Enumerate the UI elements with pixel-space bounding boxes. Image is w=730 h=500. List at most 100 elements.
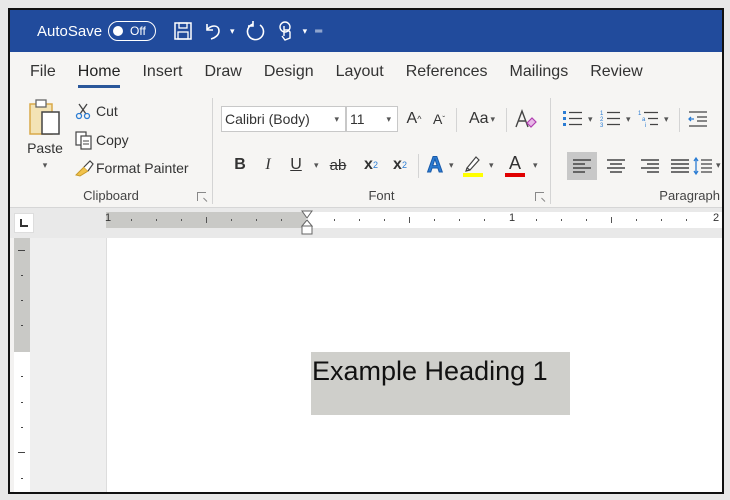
divider: [418, 154, 419, 178]
paste-dropdown-icon[interactable]: ▾: [43, 160, 48, 171]
font-dialog-launcher-icon[interactable]: [535, 192, 544, 201]
tab-design[interactable]: Design: [253, 52, 325, 92]
line-spacing-button[interactable]: [691, 152, 715, 180]
autosave-toggle[interactable]: Off: [108, 21, 157, 41]
align-center-icon: [607, 159, 625, 173]
svg-text:i: i: [645, 123, 646, 129]
font-color-dropdown-icon[interactable]: ▾: [533, 160, 538, 171]
tab-insert[interactable]: Insert: [131, 52, 193, 92]
font-name-dropdown-icon[interactable]: ▾: [334, 114, 339, 125]
undo-dropdown-icon[interactable]: ▾: [230, 26, 235, 37]
multilevel-list-dropdown-icon[interactable]: ▾: [664, 114, 669, 125]
svg-text:3: 3: [600, 123, 604, 129]
font-color-swatch: [505, 173, 525, 177]
document-page[interactable]: Example Heading 1: [106, 238, 722, 492]
italic-button[interactable]: I: [257, 152, 279, 178]
ruler-tick: [21, 376, 23, 377]
ruler-label: 1: [509, 212, 516, 224]
grow-font-button[interactable]: A ^: [403, 106, 425, 132]
numbering-icon: 123: [600, 111, 620, 129]
font-name-combo[interactable]: Calibri (Body) ▾: [221, 106, 346, 132]
underline-button[interactable]: U: [285, 152, 307, 178]
touch-mode-icon[interactable]: [273, 18, 299, 44]
horizontal-ruler[interactable]: 1 1 2: [105, 210, 722, 235]
save-icon[interactable]: [170, 18, 196, 44]
ruler-tick: [561, 219, 562, 221]
tab-file[interactable]: File: [19, 52, 67, 92]
vertical-ruler[interactable]: [14, 238, 30, 492]
align-right-button[interactable]: [635, 152, 665, 180]
autosave-state: Off: [130, 24, 146, 38]
align-left-button[interactable]: [567, 152, 597, 180]
ruler-tick: [384, 219, 385, 221]
multilevel-list-button[interactable]: 1ai: [637, 106, 661, 132]
ruler-tick: [181, 219, 182, 221]
highlight-dropdown-icon[interactable]: ▾: [489, 160, 494, 171]
paste-icon: [29, 99, 60, 135]
undo-icon[interactable]: [200, 18, 226, 44]
font-color-glyph: A: [508, 153, 521, 173]
align-center-button[interactable]: [601, 152, 631, 180]
paste-label: Paste: [27, 140, 63, 156]
top-margin-area: [14, 238, 30, 352]
format-painter-button[interactable]: Format Painter: [74, 159, 189, 177]
touch-mode-dropdown-icon[interactable]: ▾: [303, 26, 308, 37]
text-effects-button[interactable]: A: [423, 152, 447, 178]
shrink-font-button[interactable]: Aˇ: [428, 106, 450, 132]
autosave-label: AutoSave: [37, 22, 103, 40]
tab-layout[interactable]: Layout: [325, 52, 395, 92]
copy-button[interactable]: Copy: [74, 130, 129, 150]
superscript-button[interactable]: x2: [388, 152, 412, 178]
redo-icon[interactable]: [243, 18, 269, 44]
bullets-button[interactable]: [561, 106, 585, 132]
subscript-button[interactable]: x2: [359, 152, 383, 178]
align-left-icon: [573, 159, 591, 173]
strikethrough-button[interactable]: ab: [325, 152, 351, 178]
bullets-dropdown-icon[interactable]: ▾: [588, 114, 593, 125]
grow-font-glyph: A: [406, 110, 418, 127]
word-window: AutoSave Off ▾ ▾ ═ File Home Insert Draw…: [8, 8, 724, 494]
ruler-tick: [334, 219, 335, 221]
paragraph-group: ▾ 123 ▾ 1ai ▾ ▾ Paragraph: [551, 92, 722, 208]
font-color-button[interactable]: A: [503, 150, 527, 180]
cut-button[interactable]: Cut: [74, 102, 118, 120]
divider: [506, 108, 507, 132]
tab-mailings[interactable]: Mailings: [499, 52, 580, 92]
underline-dropdown-icon[interactable]: ▾: [314, 160, 319, 171]
ruler-tick: [21, 275, 23, 276]
ruler-tick: [434, 219, 435, 221]
ruler-tick: [156, 219, 157, 221]
bold-button[interactable]: B: [229, 152, 251, 178]
customize-qat-icon[interactable]: ═: [315, 26, 322, 37]
ruler-tick: [281, 219, 282, 221]
clipboard-dialog-launcher-icon[interactable]: [197, 192, 206, 201]
multilevel-list-icon: 1ai: [638, 111, 658, 129]
paste-button[interactable]: Paste ▾: [24, 98, 66, 182]
paragraph-group-label: Paragraph: [659, 188, 720, 203]
tab-home[interactable]: Home: [67, 52, 132, 92]
tab-review[interactable]: Review: [579, 52, 653, 92]
highlight-button[interactable]: [461, 150, 485, 180]
heading-1-text[interactable]: Example Heading 1: [311, 352, 570, 415]
change-case-glyph: Aa: [468, 110, 489, 127]
change-case-button[interactable]: Aa ▾: [463, 106, 501, 132]
tab-draw[interactable]: Draw: [193, 52, 252, 92]
indent-marker-icon[interactable]: [301, 210, 313, 238]
align-right-icon: [641, 159, 659, 173]
clipboard-group: Paste ▾ Cut Copy Format Painter Clipboar…: [10, 92, 212, 208]
numbering-button[interactable]: 123: [599, 106, 623, 132]
text-effects-dropdown-icon[interactable]: ▾: [449, 160, 454, 171]
clear-formatting-button[interactable]: [511, 105, 539, 133]
ruler-tick: [231, 219, 232, 221]
line-spacing-dropdown-icon[interactable]: ▾: [716, 160, 721, 171]
decrease-indent-button[interactable]: [685, 106, 711, 132]
tab-references[interactable]: References: [395, 52, 499, 92]
shrink-font-glyph: A: [432, 111, 443, 127]
subscript-mark: 2: [372, 160, 378, 170]
ruler-tick: [21, 300, 23, 301]
tab-stop-selector[interactable]: [14, 213, 34, 233]
font-size-dropdown-icon[interactable]: ▾: [386, 114, 391, 125]
clipboard-group-label: Clipboard: [83, 188, 139, 203]
numbering-dropdown-icon[interactable]: ▾: [626, 114, 631, 125]
font-size-combo[interactable]: 11 ▾: [346, 106, 398, 132]
